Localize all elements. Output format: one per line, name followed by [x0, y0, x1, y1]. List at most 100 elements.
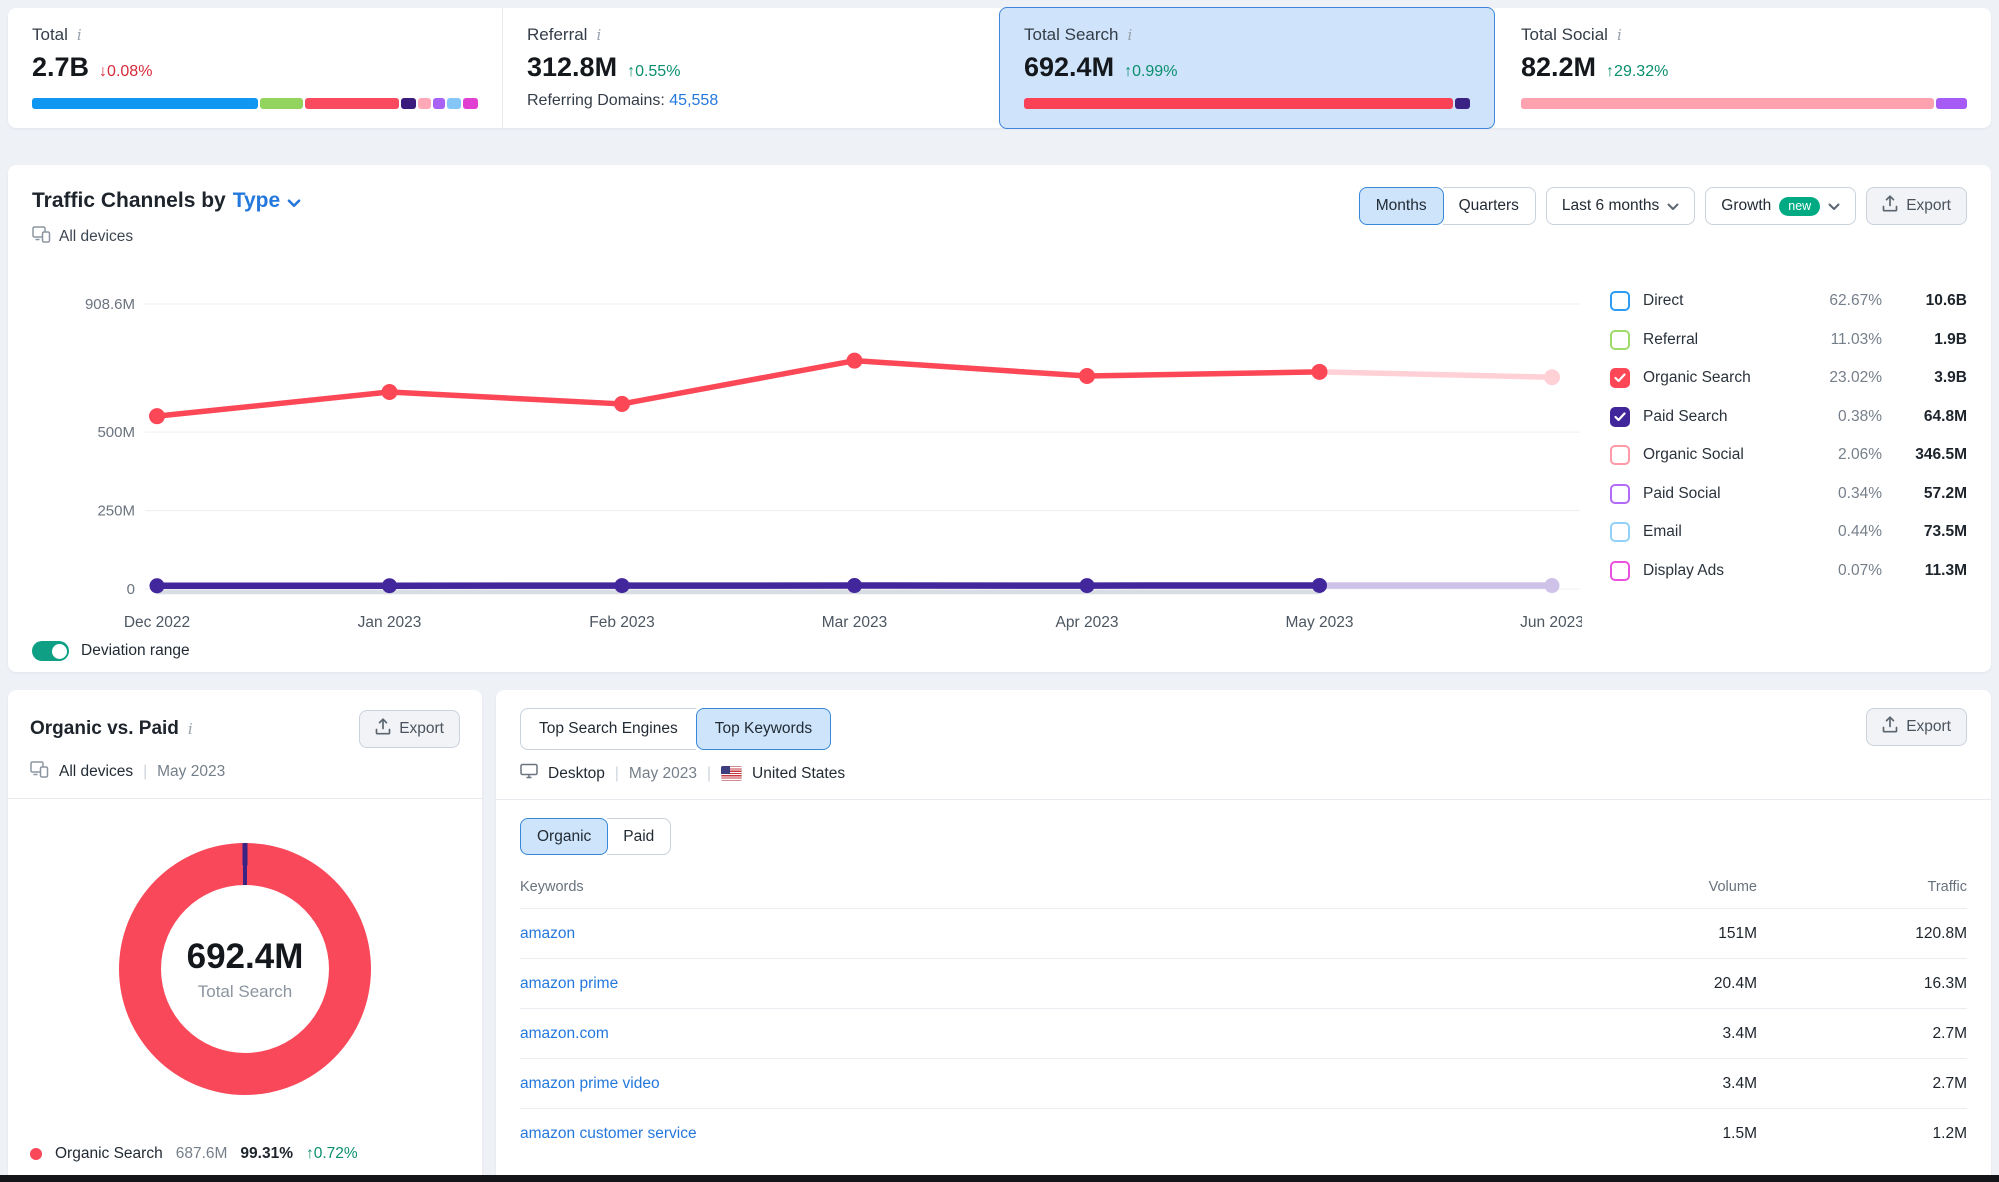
- legend-item-paid-social[interactable]: Paid Social 0.34% 57.2M: [1610, 479, 1967, 509]
- legend-item-email[interactable]: Email 0.44% 73.5M: [1610, 517, 1967, 547]
- export-button[interactable]: Export: [359, 710, 460, 748]
- chevron-down-icon: [1828, 198, 1840, 216]
- device-scope-label: All devices: [59, 763, 134, 780]
- country-label: United States: [752, 764, 846, 782]
- legend-item-organic-social[interactable]: Organic Social 2.06% 346.5M: [1610, 440, 1967, 470]
- deviation-range-toggle[interactable]: Deviation range: [32, 641, 1967, 661]
- volume-cell: 1.5M: [1567, 1108, 1757, 1158]
- traffic-channels-panel: Traffic Channels by Type All devices Mon…: [8, 165, 1991, 672]
- date-range-value: Last 6 months: [1561, 197, 1660, 214]
- volume-cell: 151M: [1567, 908, 1757, 959]
- device-label: Desktop: [548, 764, 605, 782]
- svg-text:Apr 2023: Apr 2023: [1056, 614, 1119, 631]
- summary-card-total[interactable]: Total i 2.7B ↓0.08%: [8, 8, 502, 128]
- checkbox[interactable]: [1610, 445, 1630, 465]
- checkbox[interactable]: [1610, 329, 1630, 350]
- column-header-keywords[interactable]: Keywords: [520, 869, 1567, 909]
- traffic-cell: 16.3M: [1757, 958, 1967, 1009]
- summary-card-total-social[interactable]: Total Social i 82.2M ↑29.32%: [1497, 8, 1991, 128]
- separator: |: [706, 764, 712, 782]
- checkbox[interactable]: [1610, 522, 1630, 542]
- volume-cell: 20.4M: [1567, 958, 1757, 1009]
- export-label: Export: [1906, 197, 1951, 214]
- card-title: Total Social: [1521, 25, 1608, 44]
- column-header-traffic[interactable]: Traffic: [1757, 869, 1967, 909]
- svg-text:Jan 2023: Jan 2023: [358, 614, 422, 631]
- export-label: Export: [1906, 718, 1951, 735]
- svg-text:Jun 2023: Jun 2023: [1520, 614, 1582, 631]
- table-row: amazon 151M 120.8M: [520, 908, 1967, 959]
- export-icon: [1882, 716, 1898, 738]
- legend-item-organic-search[interactable]: Organic Search 23.02% 3.9B: [1610, 363, 1967, 393]
- table-row: amazon prime video 3.4M 2.7M: [520, 1058, 1967, 1109]
- section-title: Organic vs. Paid: [30, 718, 179, 739]
- keyword-link[interactable]: amazon customer service: [520, 1125, 697, 1142]
- devices-icon: [30, 761, 49, 783]
- organic-filter-button[interactable]: Organic: [520, 818, 609, 855]
- keywords-table: Keywords Volume Traffic amazon 151M 120.…: [520, 869, 1967, 1158]
- organic-paid-filter: Organic Paid: [520, 818, 1967, 855]
- period-label: May 2023: [628, 764, 697, 782]
- summary-card-total-search[interactable]: Total Search i 692.4M ↑0.99%: [999, 7, 1495, 129]
- new-badge: new: [1779, 196, 1821, 216]
- type-dropdown[interactable]: Type: [233, 189, 280, 213]
- legend-item-display-ads[interactable]: Display Ads 0.07% 11.3M: [1610, 556, 1967, 586]
- top-keywords-panel: Top Search Engines Top Keywords Desktop …: [496, 690, 1991, 1182]
- keyword-link[interactable]: amazon.com: [520, 1025, 609, 1042]
- legend-item-direct[interactable]: Direct 62.67% 10.6B: [1610, 286, 1967, 316]
- traffic-cell: 2.7M: [1757, 1008, 1967, 1059]
- months-toggle-button[interactable]: Months: [1358, 187, 1444, 225]
- traffic-cell: 2.7M: [1757, 1058, 1967, 1109]
- card-value: 2.7B: [32, 52, 90, 82]
- card-title: Total: [32, 25, 68, 44]
- date-range-dropdown[interactable]: Last 6 months: [1545, 187, 1696, 225]
- organic-paid-donut-chart[interactable]: 692.4M Total Search: [119, 843, 371, 1095]
- total-distribution-bar: [32, 98, 478, 109]
- referring-domains-link[interactable]: 45,558: [669, 92, 718, 109]
- checkbox[interactable]: [1610, 483, 1630, 504]
- volume-cell: 3.4M: [1567, 1008, 1757, 1059]
- period-label: May 2023: [157, 763, 226, 780]
- paid-filter-button[interactable]: Paid: [607, 818, 672, 855]
- info-icon: i: [76, 26, 82, 44]
- device-scope-label: All devices: [59, 228, 134, 245]
- metric-value: Growth: [1721, 197, 1772, 214]
- tab-top-keywords[interactable]: Top Keywords: [695, 708, 832, 750]
- metric-dropdown[interactable]: Growth new: [1705, 187, 1857, 225]
- title-prefix: Traffic Channels by: [32, 188, 226, 212]
- column-header-volume[interactable]: Volume: [1567, 869, 1757, 909]
- keyword-link[interactable]: amazon: [520, 925, 575, 942]
- chevron-down-icon[interactable]: [287, 190, 301, 214]
- checkbox[interactable]: [1610, 291, 1630, 311]
- card-value: 692.4M: [1024, 52, 1115, 82]
- toggle-switch-icon[interactable]: [32, 641, 69, 661]
- card-value: 82.2M: [1521, 52, 1597, 82]
- quarters-toggle-button[interactable]: Quarters: [1442, 187, 1536, 225]
- keyword-link[interactable]: amazon prime: [520, 975, 618, 992]
- donut-center: 692.4M Total Search: [161, 885, 329, 1053]
- export-icon: [1882, 195, 1898, 217]
- organic-vs-paid-panel: Organic vs. Paid i Export All devices | …: [6, 690, 484, 1182]
- svg-text:250M: 250M: [97, 503, 135, 520]
- legend-item-referral[interactable]: Referral 11.03% 1.9B: [1610, 325, 1967, 355]
- export-label: Export: [399, 720, 444, 737]
- donut-legend-row[interactable]: Organic Search 687.6M 99.31% ↑0.72%: [30, 1145, 460, 1163]
- summary-card-referral[interactable]: Referral i 312.8M ↑0.55% Referring Domai…: [502, 8, 997, 128]
- tab-top-search-engines[interactable]: Top Search Engines: [520, 708, 696, 750]
- summary-cards-row: Total i 2.7B ↓0.08% Referral i 312.8M ↑0…: [8, 7, 1991, 129]
- svg-text:0: 0: [127, 581, 135, 598]
- checkbox[interactable]: [1610, 560, 1630, 581]
- export-button[interactable]: Export: [1866, 187, 1967, 225]
- card-title: Total Search: [1024, 25, 1119, 44]
- trend-chart[interactable]: 0 250M 500M 908.6M Dec 2022 Jan 2023 Feb 2023 M…: [32, 274, 1582, 639]
- info-icon: i: [1127, 26, 1133, 44]
- svg-text:908.6M: 908.6M: [85, 296, 135, 313]
- legend-item-paid-search[interactable]: Paid Search 0.38% 64.8M: [1610, 402, 1967, 432]
- checkbox[interactable]: [1610, 368, 1630, 388]
- export-button[interactable]: Export: [1866, 708, 1967, 746]
- card-change: ↑29.32%: [1606, 63, 1669, 80]
- social-distribution-bar: [1521, 98, 1967, 109]
- keyword-link[interactable]: amazon prime video: [520, 1075, 660, 1092]
- separator: |: [614, 764, 619, 782]
- checkbox[interactable]: [1610, 406, 1630, 427]
